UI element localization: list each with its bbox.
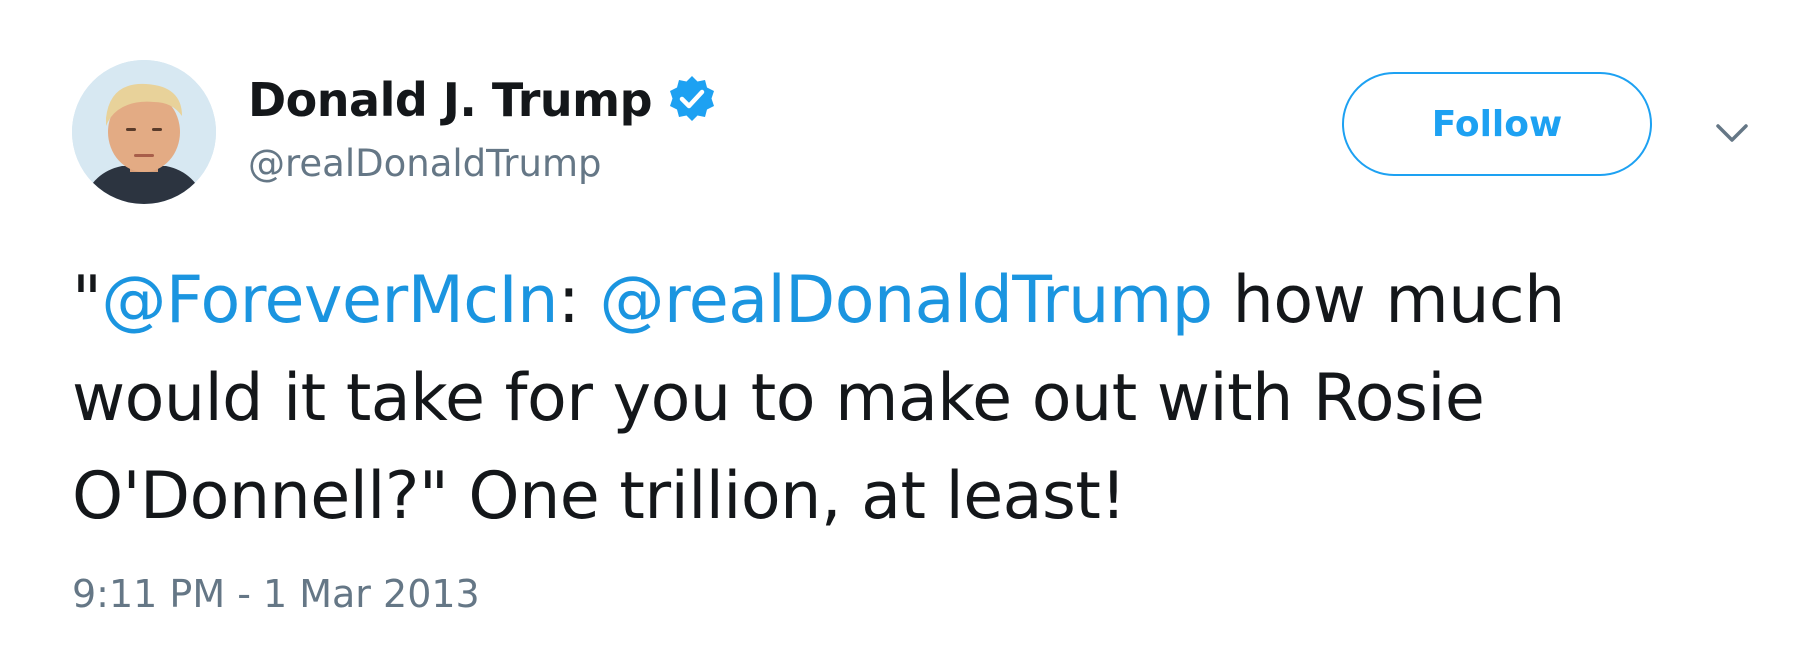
mention-separator: : <box>557 263 600 338</box>
tweet-card: Donald J. Trump @realDonaldTrump Follow … <box>0 0 1819 659</box>
profile-photo-icon <box>72 60 216 204</box>
mention-link[interactable]: @realDonaldTrump <box>599 263 1213 338</box>
avatar[interactable] <box>72 60 216 204</box>
tweet-text: "@ForeverMcIn: @realDonaldTrump how much… <box>72 252 1772 546</box>
name-row: Donald J. Trump <box>248 70 718 130</box>
mention-link[interactable]: @ForeverMcIn <box>101 263 558 338</box>
verified-badge-icon <box>666 74 718 126</box>
chevron-down-icon[interactable] <box>1712 114 1752 154</box>
tweet-timestamp[interactable]: 9:11 PM - 1 Mar 2013 <box>72 572 480 616</box>
display-name[interactable]: Donald J. Trump <box>248 73 653 127</box>
follow-button[interactable]: Follow <box>1342 72 1652 176</box>
user-handle[interactable]: @realDonaldTrump <box>248 142 602 185</box>
quote-mark: " <box>72 263 102 338</box>
